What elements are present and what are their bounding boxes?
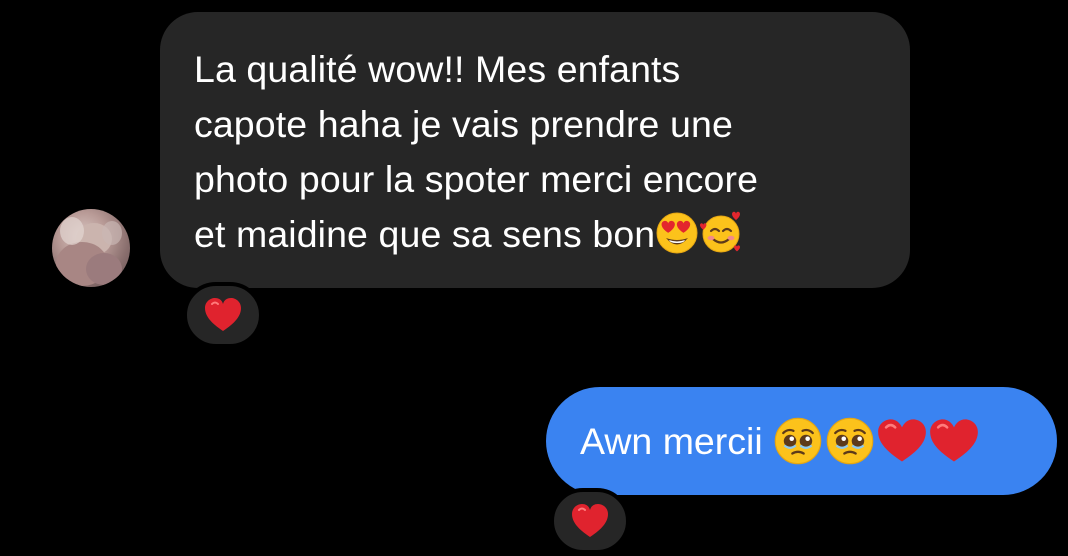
avatar[interactable]	[52, 209, 130, 287]
red-heart-icon	[929, 416, 979, 466]
message-line: capote haha je vais prendre une	[194, 103, 733, 145]
incoming-message-bubble[interactable]: La qualité wow!! Mes enfants capote haha…	[160, 12, 910, 288]
pleading-face-icon	[825, 416, 875, 466]
message-line-text: et maidine que sa sens bon	[194, 213, 656, 255]
outgoing-message-text: Awn mercii	[580, 419, 763, 462]
red-heart-icon	[877, 416, 927, 466]
heart-eyes-emoji-icon	[655, 211, 699, 255]
outgoing-reaction-badge[interactable]	[550, 488, 630, 554]
avatar-photo	[56, 217, 122, 286]
pleading-face-icon	[773, 416, 823, 466]
message-line: La qualité wow!! Mes enfants	[194, 48, 681, 90]
message-line: photo pour la spoter merci encore	[194, 158, 759, 200]
outgoing-message-bubble[interactable]: Awn mercii	[546, 387, 1057, 495]
smiling-face-with-hearts-emoji-icon	[699, 211, 743, 255]
chat-thread: La qualité wow!! Mes enfants capote haha…	[0, 0, 1068, 556]
incoming-reaction-badge[interactable]	[183, 282, 263, 348]
red-heart-icon	[571, 503, 609, 539]
message-line-last: et maidine que sa sens bon	[194, 207, 874, 262]
red-heart-icon	[204, 297, 242, 333]
